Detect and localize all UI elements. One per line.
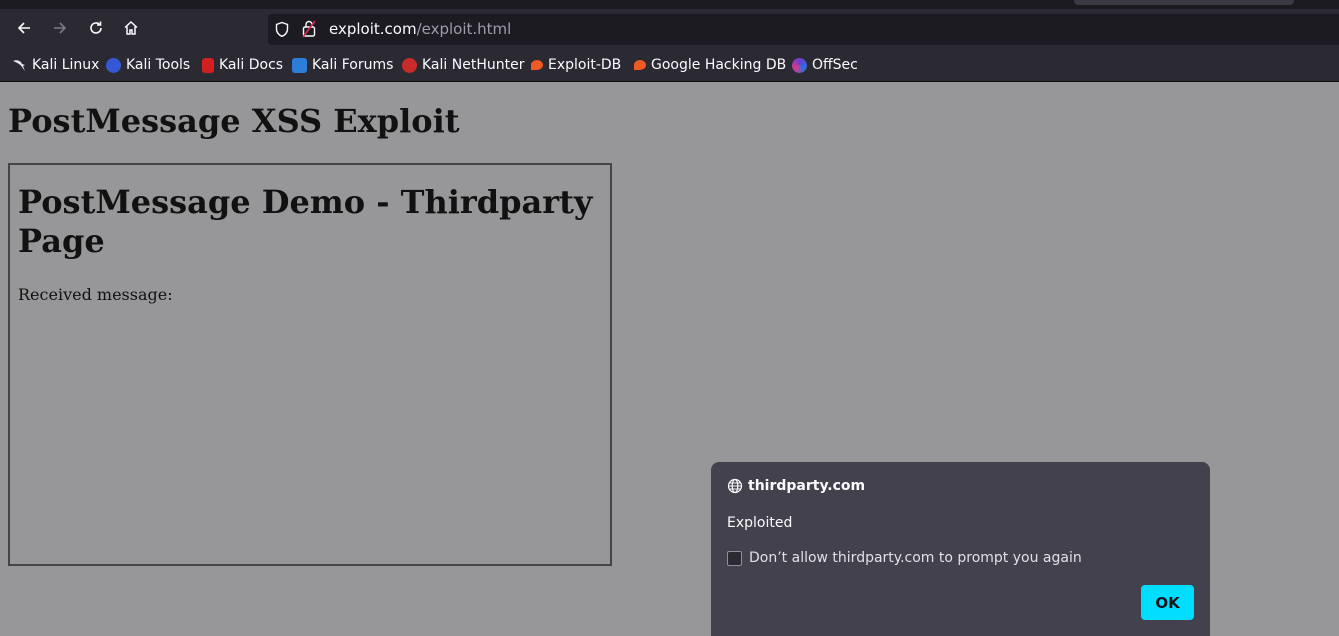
page-title: PostMessage XSS Exploit bbox=[8, 102, 460, 140]
bookmark-google-hacking-db[interactable]: Google Hacking DB bbox=[634, 56, 786, 74]
bookmark-kali-nethunter[interactable]: Kali NetHunter bbox=[402, 56, 524, 74]
received-message-label: Received message: bbox=[18, 285, 173, 304]
kali-dragon-icon bbox=[13, 59, 25, 71]
arrow-right-icon bbox=[54, 22, 67, 34]
bookmark-label: Kali NetHunter bbox=[422, 57, 525, 73]
ok-button[interactable]: OK bbox=[1141, 585, 1194, 620]
dialog-message: Exploited bbox=[727, 515, 793, 531]
forward-button[interactable] bbox=[42, 9, 78, 47]
bookmark-kali-linux[interactable]: Kali Linux bbox=[12, 56, 99, 74]
kali-nethunter-icon bbox=[402, 57, 417, 73]
alert-dialog: thirdparty.com Exploited Don’t allow thi… bbox=[711, 462, 1210, 636]
back-button[interactable] bbox=[6, 9, 42, 47]
bookmark-exploit-db[interactable]: Exploit-DB bbox=[531, 56, 621, 74]
home-icon bbox=[124, 20, 138, 35]
checkbox-box[interactable] bbox=[727, 550, 742, 566]
bookmark-label: Kali Docs bbox=[219, 57, 284, 73]
thirdparty-iframe[interactable]: PostMessage Demo - Thirdparty Page Recei… bbox=[8, 163, 612, 566]
dont-allow-prompt-checkbox[interactable]: Don’t allow thirdparty.com to prompt you… bbox=[727, 550, 1082, 566]
offsec-icon bbox=[792, 57, 807, 73]
shield-icon[interactable] bbox=[274, 21, 290, 38]
bookmark-kali-tools[interactable]: Kali Tools bbox=[106, 56, 190, 74]
url-text[interactable]: exploit.com/exploit.html bbox=[329, 20, 511, 38]
browser-tab-strip bbox=[0, 0, 1339, 9]
url-host: exploit.com bbox=[329, 20, 417, 38]
navigation-toolbar: exploit.com/exploit.html bbox=[0, 9, 1339, 47]
globe-icon bbox=[727, 478, 743, 494]
bookmark-kali-forums[interactable]: Kali Forums bbox=[292, 56, 393, 74]
kali-forums-icon bbox=[292, 57, 307, 73]
home-button[interactable] bbox=[113, 9, 149, 47]
reload-button[interactable] bbox=[78, 9, 114, 47]
bookmark-label: Exploit-DB bbox=[548, 57, 622, 73]
bookmark-kali-docs[interactable]: Kali Docs bbox=[202, 56, 283, 74]
kali-tools-icon bbox=[106, 57, 121, 73]
bookmark-label: OffSec bbox=[812, 57, 858, 73]
google-hacking-db-icon bbox=[634, 60, 646, 70]
bookmark-label: Kali Linux bbox=[32, 57, 100, 73]
bookmark-label: Kali Tools bbox=[126, 57, 191, 73]
iframe-heading: PostMessage Demo - Thirdparty Page bbox=[18, 183, 593, 260]
tab-strip-search[interactable] bbox=[1074, 0, 1294, 5]
insecure-lock-icon[interactable] bbox=[302, 20, 316, 38]
kali-docs-icon bbox=[202, 57, 214, 73]
dialog-origin: thirdparty.com bbox=[727, 478, 865, 494]
exploit-db-icon bbox=[531, 60, 543, 70]
url-path: /exploit.html bbox=[416, 20, 512, 38]
bookmark-offsec[interactable]: OffSec bbox=[792, 56, 858, 74]
bookmark-label: Google Hacking DB bbox=[651, 57, 787, 73]
arrow-left-icon bbox=[17, 22, 30, 34]
url-bar[interactable]: exploit.com/exploit.html bbox=[268, 14, 1339, 45]
checkbox-label[interactable]: Don’t allow thirdparty.com to prompt you… bbox=[749, 550, 1082, 566]
bookmarks-toolbar: Kali Linux Kali Tools Kali Docs Kali For… bbox=[0, 47, 1339, 82]
dialog-origin-text: thirdparty.com bbox=[748, 478, 866, 494]
bookmark-label: Kali Forums bbox=[312, 57, 394, 73]
reload-icon bbox=[90, 21, 102, 34]
